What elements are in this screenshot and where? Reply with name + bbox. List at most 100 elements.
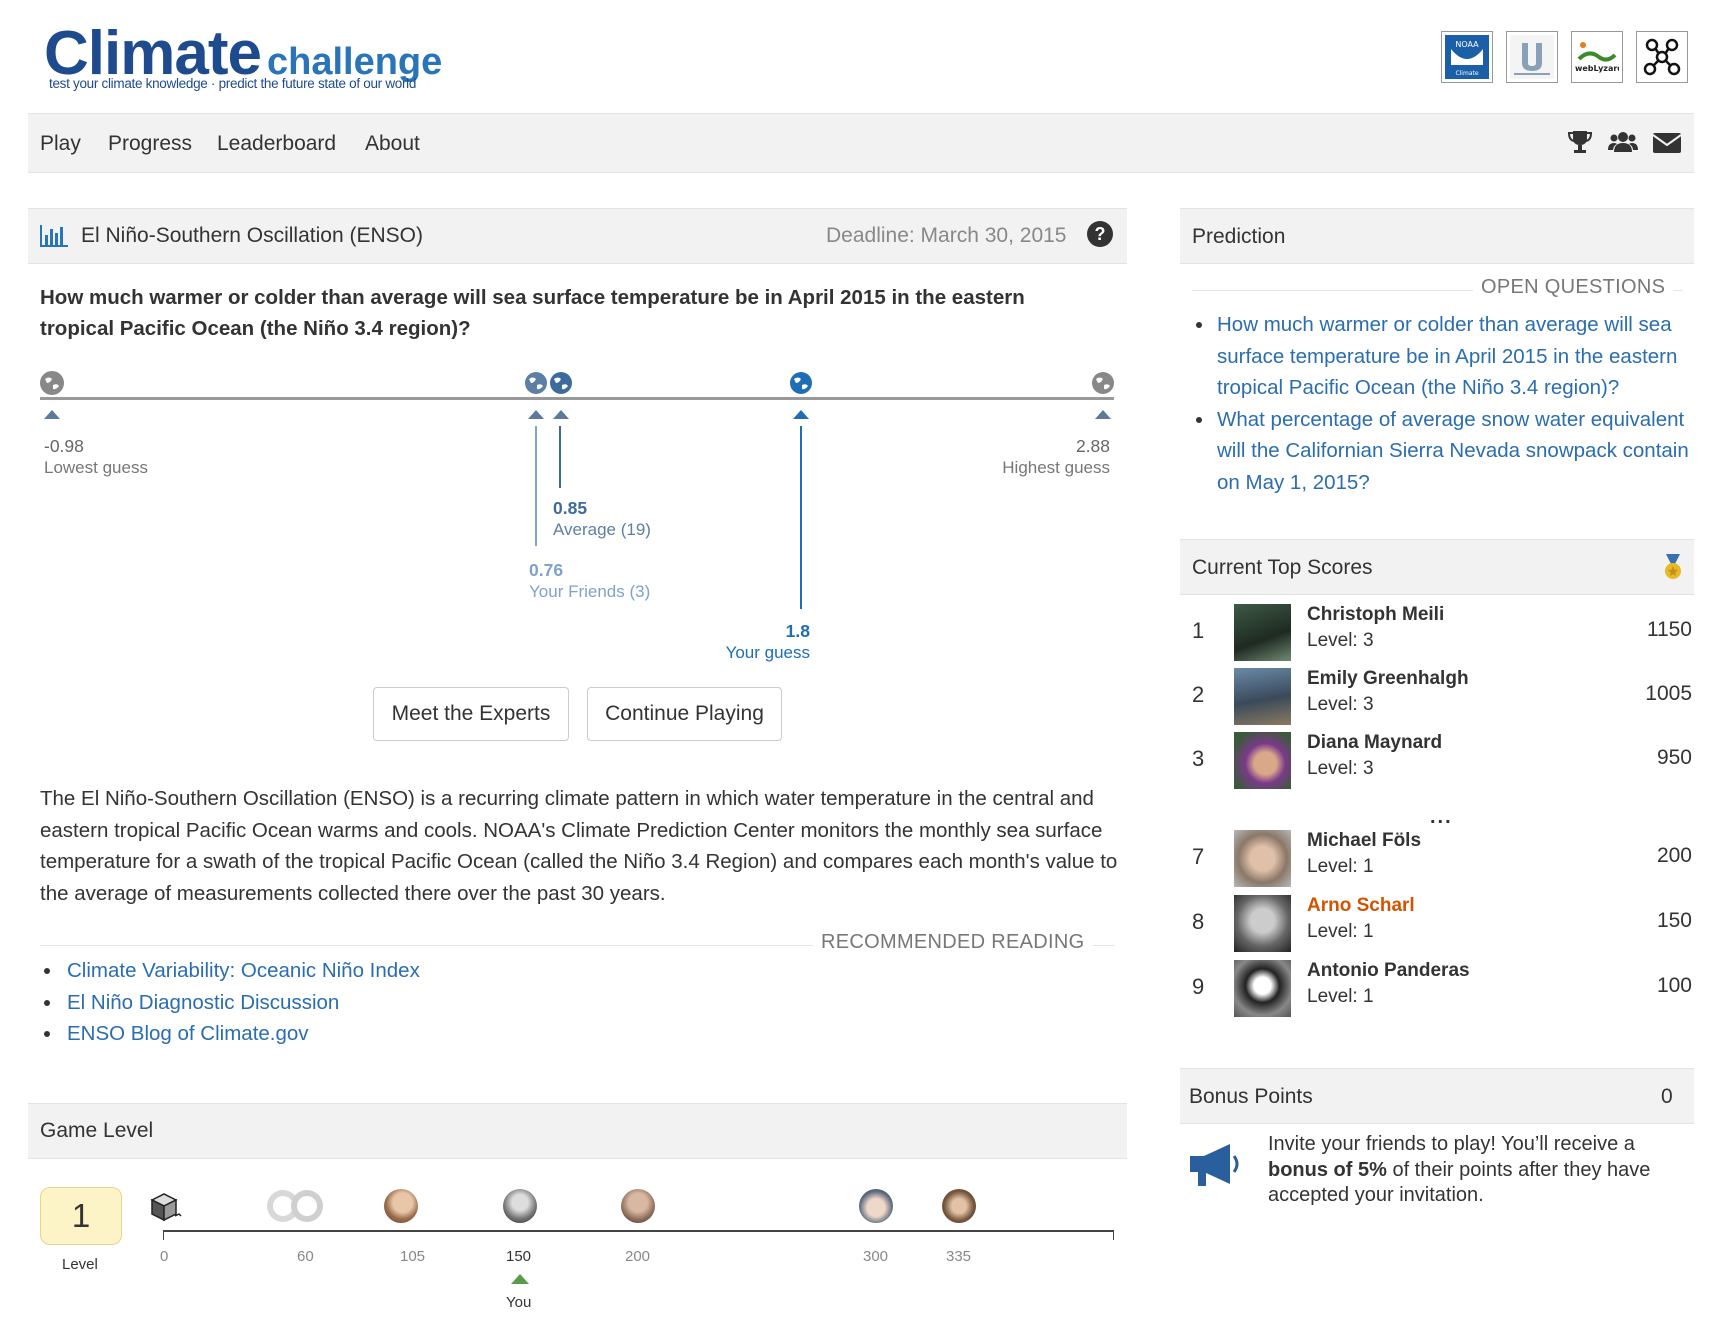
your-guess-label: Your guess	[725, 643, 810, 662]
deadline-label: Deadline: March 30, 2015	[826, 224, 1067, 247]
you-marker	[511, 1274, 529, 1284]
average-connector	[559, 426, 561, 488]
question-panel-header: El Niño-Southern Oscillation (ENSO) Dead…	[28, 208, 1127, 264]
player-level: Level: 3	[1307, 758, 1374, 779]
player-points: 150	[1656, 909, 1692, 932]
logo-tagline: test your climate knowledge · predict th…	[49, 76, 417, 91]
marker-your-guess	[793, 410, 809, 419]
score-row-3[interactable]: 3 Diana Maynard Level: 3 950	[1180, 732, 1694, 792]
noaa-logo[interactable]: NOAA Climate	[1441, 31, 1493, 83]
network-logo[interactable]	[1636, 31, 1688, 83]
track-start-tick	[163, 1230, 164, 1240]
nav-about[interactable]: About	[365, 132, 420, 156]
player-avatar-you[interactable]	[503, 1189, 537, 1223]
nav-play[interactable]: Play	[40, 132, 81, 156]
score-row-8[interactable]: 8 Arno Scharl Level: 1 150	[1180, 895, 1694, 955]
question-topic-title: El Niño-Southern Oscillation (ENSO)	[81, 224, 423, 247]
current-level-badge: 1	[40, 1187, 122, 1245]
university-icon	[1510, 35, 1554, 79]
friends-label: Your Friends (3)	[529, 582, 651, 601]
envelope-icon[interactable]	[1652, 128, 1682, 156]
player-avatar[interactable]	[621, 1189, 655, 1223]
main-nav: Play Progress Leaderboard About	[28, 113, 1694, 173]
lowest-label: Lowest guess	[44, 458, 148, 477]
nav-progress[interactable]: Progress	[108, 132, 192, 156]
friends-value: 0.76	[529, 560, 564, 580]
player-name: Antonio Panderas	[1307, 960, 1470, 981]
score-rank: 8	[1192, 909, 1205, 934]
continue-playing-button[interactable]: Continue Playing	[587, 687, 782, 741]
medal-icon	[1662, 554, 1684, 587]
trophy-icon[interactable]	[1566, 128, 1594, 156]
site-logo[interactable]: Climate challenge test your climate knowl…	[44, 18, 442, 91]
guess-connector	[800, 426, 802, 609]
score-rank: 9	[1192, 974, 1205, 999]
player-photo	[1234, 895, 1291, 952]
score-row-9[interactable]: 9 Antonio Panderas Level: 1 100	[1180, 960, 1694, 1020]
level-tick-105: 105	[400, 1248, 426, 1265]
player-photo	[1234, 604, 1291, 661]
open-question-snowpack[interactable]: What percentage of average snow water eq…	[1194, 404, 1694, 499]
friends-connector	[535, 426, 537, 546]
level-tick-300: 300	[863, 1248, 889, 1265]
score-rank: 2	[1192, 682, 1205, 707]
level-tick-60: 60	[297, 1248, 314, 1265]
marker-friends	[528, 410, 544, 419]
reading-link-oni[interactable]: Climate Variability: Oceanic Niño Index	[40, 955, 420, 987]
help-icon[interactable]: ?	[1087, 221, 1113, 247]
users-icon[interactable]	[1608, 128, 1638, 156]
reading-link-blog[interactable]: ENSO Blog of Climate.gov	[40, 1018, 420, 1050]
player-level: Level: 1	[1307, 986, 1374, 1007]
score-row-7[interactable]: 7 Michael Föls Level: 1 200	[1180, 830, 1694, 890]
open-question-enso[interactable]: How much warmer or colder than average w…	[1194, 309, 1694, 404]
meet-experts-button[interactable]: Meet the Experts	[373, 687, 569, 741]
player-name-highlight: Arno Scharl	[1307, 895, 1415, 916]
scores-ellipsis: ...	[1430, 806, 1453, 828]
player-name: Diana Maynard	[1307, 732, 1443, 753]
highest-value: 2.88	[1075, 436, 1110, 456]
level-progress-track	[163, 1230, 1114, 1232]
player-name: Michael Föls	[1307, 830, 1422, 851]
player-points: 950	[1656, 746, 1692, 769]
question-text: How much warmer or colder than average w…	[40, 286, 1025, 340]
level-label: Level	[62, 1256, 98, 1273]
open-questions-list: How much warmer or colder than average w…	[1194, 309, 1694, 498]
player-level: Level: 1	[1307, 921, 1374, 942]
bonus-points-value: 0	[1661, 1085, 1673, 1108]
weblyzard-icon: webLyzard	[1575, 35, 1623, 79]
university-logo[interactable]	[1506, 31, 1558, 83]
partner-name: webLyzard	[1575, 64, 1619, 73]
bar-chart-icon	[40, 225, 68, 252]
player-name: Emily Greenhalgh	[1307, 668, 1469, 689]
top-scores-header: Current Top Scores	[1180, 539, 1694, 595]
level-tick-335: 335	[946, 1248, 972, 1265]
marker-average	[553, 410, 569, 419]
prediction-scale-line	[40, 397, 1114, 400]
marker-lowest	[44, 410, 60, 419]
recommended-reading-title: RECOMMENDED READING	[813, 931, 1093, 954]
site-header: Climate challenge test your climate knowl…	[0, 0, 1720, 113]
score-row-2[interactable]: 2 Emily Greenhalgh Level: 3 1005	[1180, 668, 1694, 728]
player-photo	[1234, 830, 1291, 887]
enso-description: The El Niño-Southern Oscillation (ENSO) …	[40, 787, 1118, 905]
player-avatar[interactable]	[942, 1189, 976, 1223]
noaa-icon: NOAA Climate	[1445, 35, 1489, 79]
lowest-value: -0.98	[44, 436, 84, 456]
globe-icon-average	[549, 371, 573, 395]
bonus-invite-text: Invite your friends to play! You’ll rece…	[1268, 1133, 1651, 1206]
player-points: 100	[1656, 974, 1692, 997]
reading-link-diagnostic[interactable]: El Niño Diagnostic Discussion	[40, 987, 420, 1019]
nav-leaderboard[interactable]: Leaderboard	[217, 132, 336, 156]
score-row-1[interactable]: 1 Christoph Meili Level: 3 1150	[1180, 604, 1694, 664]
prediction-panel-header: Prediction	[1180, 208, 1694, 264]
player-points: 200	[1656, 844, 1692, 867]
weblyzard-logo[interactable]: webLyzard	[1571, 31, 1623, 83]
globe-icon-highest	[1091, 371, 1115, 395]
megaphone-icon	[1186, 1140, 1244, 1195]
highest-label: Highest guess	[1002, 458, 1110, 477]
player-avatar[interactable]	[384, 1189, 418, 1223]
player-level: Level: 3	[1307, 694, 1374, 715]
globe-icon-lowest	[40, 371, 64, 395]
level-tick-0: 0	[160, 1248, 169, 1265]
player-avatar[interactable]	[859, 1189, 893, 1223]
